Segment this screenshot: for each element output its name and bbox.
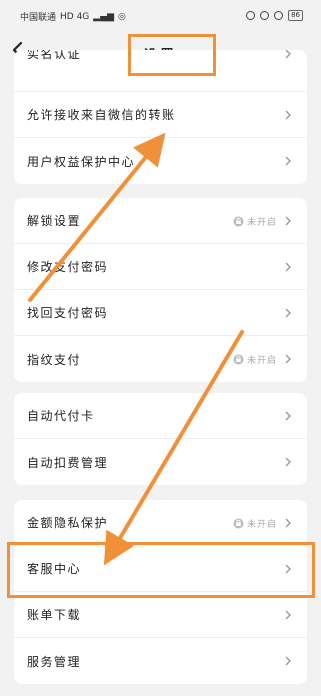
mute-icon xyxy=(274,11,284,20)
list-item-label: 找回支付密码 xyxy=(27,306,109,320)
list-item[interactable]: 自动代付卡 xyxy=(14,393,307,439)
list-item[interactable]: 用户权益保护中心 xyxy=(14,138,307,184)
lock-icon xyxy=(233,216,244,226)
list-item[interactable]: 账单下载 xyxy=(14,592,307,638)
signal-icon: ▂▄▆ xyxy=(93,11,115,22)
wifi-icon: ◎ xyxy=(118,11,126,22)
status-text: 未开启 xyxy=(246,356,277,366)
list-item[interactable]: 自动扣费管理 xyxy=(14,439,307,485)
list-item[interactable]: 指纹支付 未开启 xyxy=(14,336,307,382)
list-item-label: 用户权益保护中心 xyxy=(27,154,136,169)
list-item-label: 自动代付卡 xyxy=(27,409,95,423)
list-item[interactable]: 找回支付密码 xyxy=(14,290,307,336)
chevron-right-icon xyxy=(285,262,291,271)
chevron-right-icon xyxy=(285,156,291,166)
status-bar: 中国联通 HD 4G ▂▄▆ ◎ 86 xyxy=(0,0,321,28)
list-item-label: 指纹支付 xyxy=(27,352,82,367)
status-badge: 未开启 xyxy=(233,353,277,366)
chevron-right-icon xyxy=(285,656,291,666)
list-item-label: 允许接收来自微信的转账 xyxy=(27,108,176,122)
chevron-right-icon xyxy=(285,610,291,619)
highlight-box-title xyxy=(128,34,216,76)
alarm-icon xyxy=(260,11,270,20)
chevron-right-icon xyxy=(285,50,291,58)
lock-icon xyxy=(233,518,244,528)
chevron-right-icon xyxy=(285,411,291,420)
list-item-label: 账单下载 xyxy=(27,608,82,622)
status-text: 未开启 xyxy=(246,519,277,530)
list-item-label: 解锁设置 xyxy=(27,214,82,228)
status-badge: 未开启 xyxy=(233,215,277,228)
list-item-label: 修改支付密码 xyxy=(27,260,109,274)
carrier-label: 中国联通 xyxy=(20,13,57,23)
list-item[interactable]: 允许接收来自微信的转账 xyxy=(14,92,307,138)
list-item-label: 实名认证 xyxy=(27,50,82,61)
list-item-label: 服务管理 xyxy=(27,654,82,669)
status-text: 未开启 xyxy=(246,217,277,228)
chevron-right-icon xyxy=(285,216,291,225)
chevron-right-icon xyxy=(285,457,291,467)
chevron-right-icon xyxy=(285,110,291,119)
status-badge: 未开启 xyxy=(233,517,277,530)
lock-icon xyxy=(233,354,244,365)
list-item-label: 自动扣费管理 xyxy=(27,455,109,470)
list-item[interactable]: 解锁设置 未开启 xyxy=(14,198,307,244)
list-item[interactable]: 服务管理 xyxy=(14,638,307,684)
network-label: HD 4G xyxy=(60,11,90,22)
list-item-label: 金额隐私保护 xyxy=(27,516,109,530)
list-item[interactable]: 修改支付密码 xyxy=(14,244,307,290)
list-item[interactable]: 金额隐私保护 未开启 xyxy=(14,500,307,546)
battery-icon: 86 xyxy=(288,10,303,21)
chevron-right-icon xyxy=(285,354,291,364)
settings-group-2: 解锁设置 未开启 修改支付密码 找回支付密码 指纹支付 未开启 xyxy=(14,198,307,382)
chevron-right-icon xyxy=(285,518,291,527)
eye-icon xyxy=(246,11,256,20)
highlight-box-customer-service xyxy=(7,542,315,598)
settings-group-3: 自动代付卡 自动扣费管理 xyxy=(14,393,307,485)
chevron-right-icon xyxy=(285,308,291,317)
